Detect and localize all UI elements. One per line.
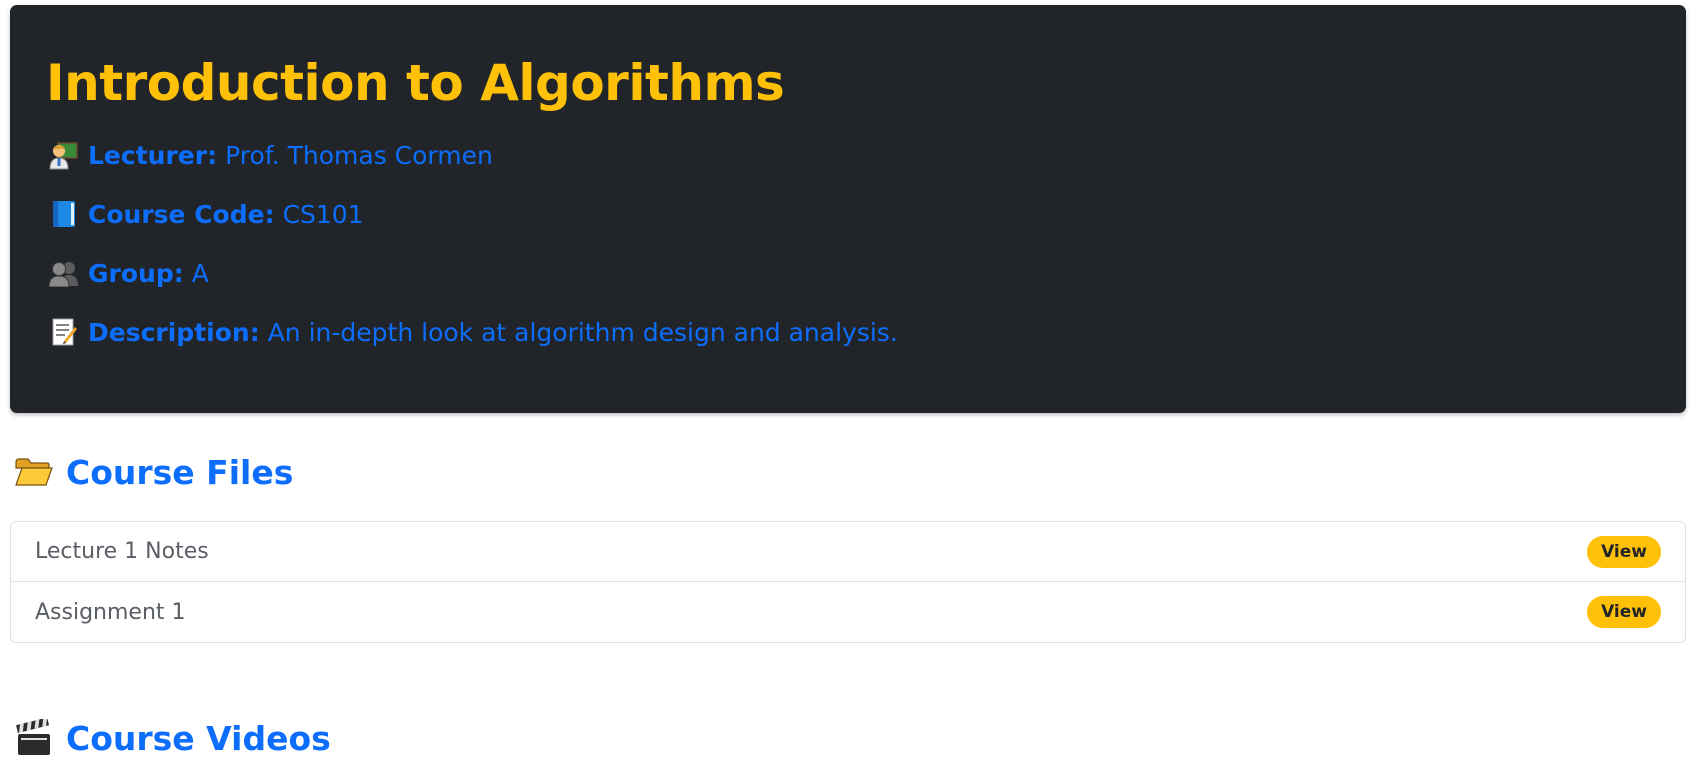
course-files-heading: Course Files (12, 450, 293, 494)
open-folder-icon (12, 450, 56, 494)
view-file-button[interactable]: View (1587, 535, 1661, 568)
course-code-label: Course Code: (88, 199, 275, 229)
course-code-row: Course Code: CS101 (46, 196, 1650, 232)
course-files-title: Course Files (66, 452, 294, 492)
teacher-icon (46, 137, 82, 173)
blue-book-icon (46, 196, 82, 232)
course-code-value: CS101 (282, 199, 364, 229)
lecturer-label: Lecturer: (88, 140, 218, 170)
group-value: A (191, 258, 209, 288)
page: Introduction to Algorithms Lecturer: Pro… (0, 0, 1696, 766)
lecturer-value: Prof. Thomas Cormen (225, 140, 493, 170)
memo-icon (46, 314, 82, 350)
lecturer-row: Lecturer: Prof. Thomas Cormen (46, 137, 1650, 173)
description-row: Description: An in-depth look at algorit… (46, 314, 1650, 350)
description-label: Description: (88, 317, 260, 347)
group-label: Group: (88, 258, 184, 288)
view-file-button[interactable]: View (1587, 596, 1661, 628)
course-info-card: Introduction to Algorithms Lecturer: Pro… (10, 5, 1686, 413)
description-value: An in-depth look at algorithm design and… (267, 317, 898, 347)
course-videos-title: Course Videos (66, 718, 331, 758)
course-title: Introduction to Algorithms (46, 54, 785, 112)
course-files-list: Lecture 1 Notes View Assignment 1 View (10, 521, 1686, 643)
group-row: Group: A (46, 255, 1650, 291)
course-videos-heading: Course Videos (12, 716, 331, 760)
list-item: Assignment 1 View (11, 582, 1685, 642)
file-name: Lecture 1 Notes (35, 539, 209, 564)
list-item: Lecture 1 Notes View (11, 522, 1685, 582)
file-name: Assignment 1 (35, 599, 186, 625)
busts-in-silhouette-icon (46, 255, 82, 291)
course-meta-list: Lecturer: Prof. Thomas Cormen Course Cod… (46, 137, 1650, 350)
clapper-board-icon (12, 716, 56, 760)
